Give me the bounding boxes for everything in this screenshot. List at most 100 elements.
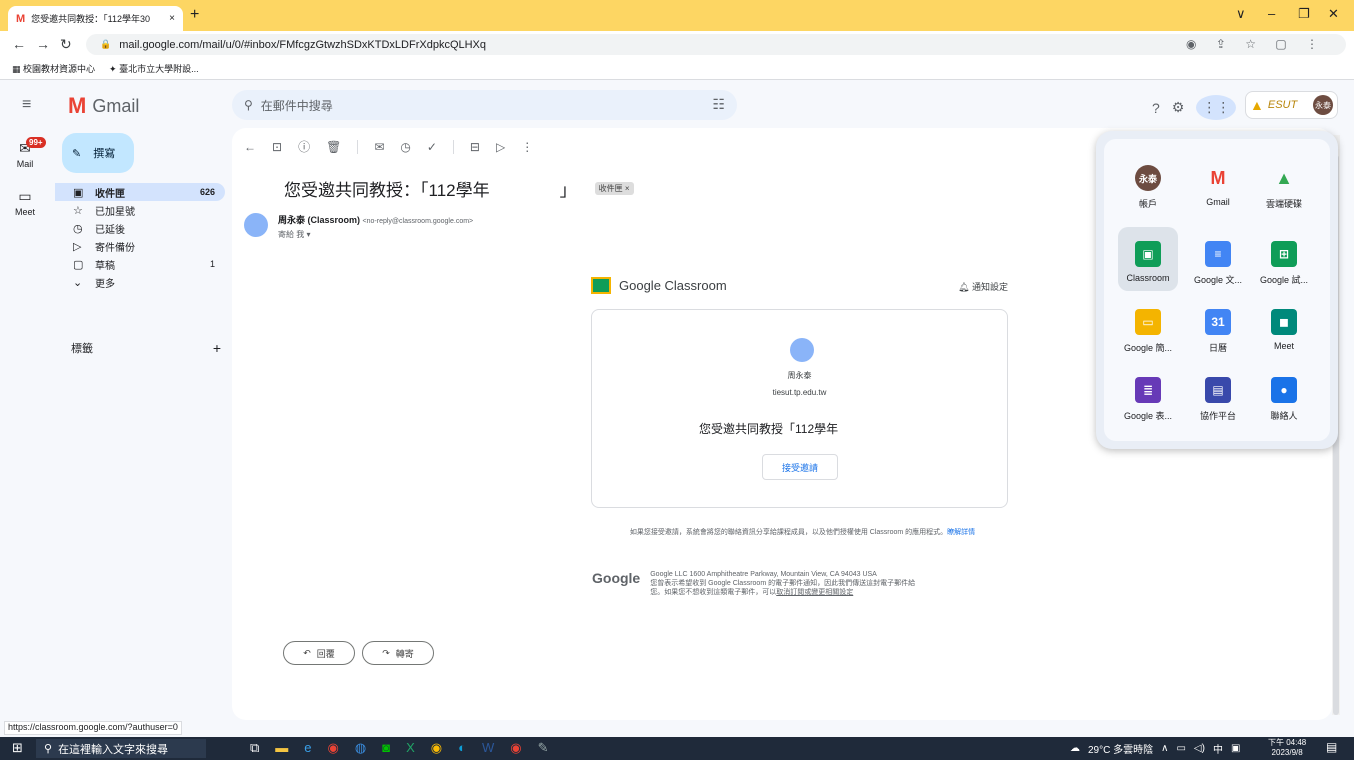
snooze-icon[interactable]: ◷ <box>400 140 410 154</box>
app-label: Meet <box>1273 341 1294 351</box>
app-launcher-item[interactable]: ▣ Classroom <box>1118 227 1178 291</box>
folder-snoozed[interactable]: ◷ 已延後 <box>55 219 225 237</box>
tab-search-icon[interactable]: ∨ <box>1236 6 1246 22</box>
windows-start-icon[interactable]: ⊞ <box>12 740 23 756</box>
app-icon[interactable]: ✎ <box>538 740 549 756</box>
rail-mail[interactable]: ✉ 99+ Mail <box>0 137 50 169</box>
app-launcher-item[interactable]: 永泰 帳戶 <box>1118 151 1178 215</box>
app-launcher-item[interactable]: ≡ Google 文... <box>1188 227 1248 291</box>
app-launcher-item[interactable]: ▲ 雲端硬碟 <box>1254 151 1314 215</box>
chrome-icon[interactable]: ◉ <box>510 740 521 756</box>
minimize-button[interactable]: – <box>1268 6 1275 21</box>
bookmark-item[interactable]: ▦ 校園教材資源中心 <box>12 62 95 75</box>
invite-card: 周永泰 tiesut.tp.edu.tw 您受邀共同教授「112學年 接受邀請 <box>591 309 1008 508</box>
label-tag[interactable]: 收件匣 × <box>594 182 634 195</box>
report-spam-icon[interactable]: ⓘ <box>298 138 310 155</box>
back-icon[interactable]: ← <box>12 36 26 52</box>
tab-close-icon[interactable]: × <box>169 13 175 24</box>
folder-more[interactable]: ⌄ 更多 <box>55 273 225 291</box>
app-launcher-item[interactable]: 31 日曆 <box>1188 295 1248 359</box>
clock-icon: ◷ <box>73 222 83 235</box>
app-icon[interactable]: ◍ <box>355 740 366 756</box>
address-actions-icon[interactable]: ◉ ⇪ ☆ ▢ ⋮ <box>1186 37 1326 51</box>
excel-icon[interactable]: X <box>406 740 415 756</box>
folder-starred[interactable]: ☆ 已加星號 <box>55 201 225 219</box>
account-brand[interactable]: ▲ ESUT 永泰 <box>1245 91 1338 119</box>
taskbar-search[interactable]: ⚲ 在這裡輸入文字來搜尋 <box>36 739 206 758</box>
notification-settings-link[interactable]: 🔔︎ 通知設定 <box>958 280 1008 293</box>
folder-sent[interactable]: ▷ 寄件備份 <box>55 237 225 255</box>
clock[interactable]: 下午 04:48 2023/9/8 <box>1268 738 1306 758</box>
gmail-logo-icon: M <box>68 93 87 118</box>
edge-icon[interactable]: e <box>304 740 311 756</box>
sender-name[interactable]: 周永泰 (Classroom) <box>278 215 360 225</box>
bookmarks-bar: ▦ 校園教材資源中心 ✦ 臺北市立大學附設... <box>0 58 1354 80</box>
windows-taskbar: ⊞ ⚲ 在這裡輸入文字來搜尋 ⧉ ▬ e ◉ ◍ ◙ X ◉ ◐ W ◉ ✎ ☁… <box>0 737 1354 760</box>
move-to-icon[interactable]: ⊟ <box>470 140 480 154</box>
privacy-note: 如果您接受邀請，系統會將您的聯絡資訊分享給課程成員，以及他們授權使用 Class… <box>629 529 976 536</box>
app-label: Google 簡... <box>1123 343 1173 353</box>
mark-unread-icon[interactable]: ✉ <box>374 140 384 154</box>
search-icon[interactable]: ⚲ <box>244 98 253 112</box>
compose-button[interactable]: ✎ 撰寫 <box>62 133 134 173</box>
ime-indicator[interactable]: 中 <box>1213 741 1223 756</box>
pencil-icon: ✎ <box>72 147 82 160</box>
chrome-icon[interactable]: ◉ <box>328 740 339 756</box>
word-icon[interactable]: W <box>482 740 494 756</box>
apps-launcher: 永泰 帳戶 M Gmail ▲ 雲端硬碟 ▣ Classroom ≡ Google 文... ⊞ Go… <box>1096 131 1338 449</box>
line-icon[interactable]: ◙ <box>382 740 390 756</box>
app-launcher-item[interactable]: ≣ Google 表... <box>1118 363 1178 427</box>
tab-title: 您受邀共同教授：「112學年30 <box>31 14 151 24</box>
app-launcher-item[interactable]: ▭ Google 簡... <box>1118 295 1178 359</box>
main-menu-icon[interactable]: ≡ <box>22 96 31 114</box>
reload-icon[interactable]: ↻ <box>60 36 72 53</box>
app-launcher-item[interactable]: ▤ 協作平台 <box>1188 363 1248 427</box>
task-view-icon[interactable]: ⧉ <box>250 740 259 756</box>
network-icon[interactable]: ▭ <box>1176 743 1185 754</box>
url-field[interactable]: 🔒 mail.google.com/mail/u/0/#inbox/FMfcgz… <box>86 34 1346 55</box>
search-options-icon[interactable]: ☷ <box>712 96 725 113</box>
folder-drafts[interactable]: ▢ 草稿 1 <box>55 255 225 273</box>
help-icon[interactable]: ? <box>1152 100 1160 116</box>
gmail-logo[interactable]: M Gmail <box>68 93 139 119</box>
chrome-icon[interactable]: ◉ <box>431 740 442 756</box>
tray-arrow-icon[interactable]: ∧ <box>1161 743 1168 754</box>
new-tab-button[interactable]: + <box>190 6 199 24</box>
app-launcher-item[interactable]: M Gmail <box>1188 151 1248 215</box>
add-label-button[interactable]: + <box>213 340 221 356</box>
accept-invite-button[interactable]: 接受邀請 <box>762 454 838 480</box>
chevron-down-icon: ⌄ <box>73 276 83 289</box>
more-options-icon[interactable]: ⋮ <box>521 140 533 154</box>
folder-inbox[interactable]: ▣ 收件匣 626 <box>55 183 225 201</box>
keyboard-icon[interactable]: ▣ <box>1231 743 1240 754</box>
avatar[interactable]: 永泰 <box>1313 95 1333 115</box>
file-explorer-icon[interactable]: ▬ <box>275 740 288 756</box>
forward-button[interactable]: ↷ 轉寄 <box>362 641 434 665</box>
volume-icon[interactable]: ◁) <box>1194 743 1205 754</box>
weather-text[interactable]: 29°C 多雲時陰 <box>1088 741 1153 756</box>
learn-more-link[interactable]: 瞭解詳情 <box>947 529 975 536</box>
apps-grid-icon[interactable]: ⋮⋮ <box>1196 95 1237 120</box>
notifications-icon[interactable]: ▤ <box>1326 740 1337 754</box>
label-icon[interactable]: ▷ <box>496 140 505 154</box>
app-launcher-item[interactable]: ● 聯絡人 <box>1254 363 1314 427</box>
app-launcher-item[interactable]: ◼ Meet <box>1254 295 1314 359</box>
reply-button[interactable]: ↶ 回覆 <box>283 641 355 665</box>
bookmark-item[interactable]: ✦ 臺北市立大學附設... <box>109 62 199 75</box>
app-launcher-item[interactable]: ⊞ Google 試... <box>1254 227 1314 291</box>
forward-icon[interactable]: → <box>36 36 50 52</box>
close-window-button[interactable]: ✕ <box>1328 6 1339 22</box>
browser-tab[interactable]: M 您受邀共同教授：「112學年30 × <box>8 6 183 31</box>
add-task-icon[interactable]: ✓ <box>427 140 437 154</box>
settings-gear-icon[interactable]: ⚙ <box>1172 99 1185 116</box>
search-input[interactable]: ⚲ 在郵件中搜尋 ☷ <box>232 90 737 120</box>
app-label: Google 文... <box>1193 275 1243 285</box>
maximize-button[interactable]: ❐ <box>1298 6 1310 22</box>
delete-icon[interactable]: 🗑 <box>326 140 341 154</box>
back-to-inbox-icon[interactable]: ← <box>244 140 256 154</box>
rail-meet[interactable]: ▭ Meet <box>0 188 50 217</box>
recipient-line[interactable]: 寄給 我 ▾ <box>278 229 473 240</box>
archive-icon[interactable]: ⊡ <box>272 140 282 154</box>
unsubscribe-link[interactable]: 取消訂閱或變更相關設定 <box>776 589 853 596</box>
edge-icon[interactable]: ◐ <box>458 740 466 756</box>
